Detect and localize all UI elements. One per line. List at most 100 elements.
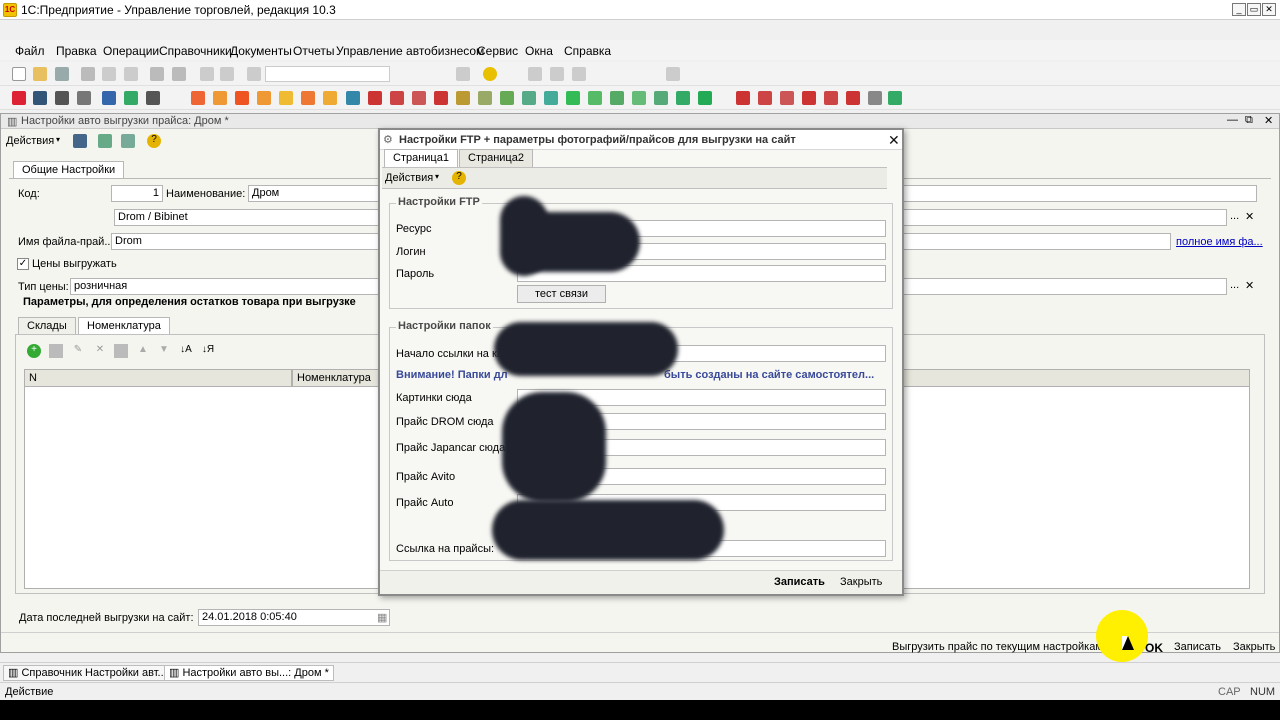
structure-icon[interactable] — [121, 134, 135, 148]
minimize-icon[interactable]: _ — [1232, 3, 1246, 16]
edit-icon[interactable]: ✎ — [71, 344, 85, 358]
info-icon[interactable] — [483, 67, 497, 81]
doc-28-icon[interactable] — [632, 91, 646, 105]
doc-27-icon[interactable] — [610, 91, 624, 105]
paste-icon[interactable] — [124, 67, 138, 81]
tab-nomenclature[interactable]: Номенклатура — [78, 317, 170, 335]
menu-file[interactable]: Файл — [15, 44, 45, 58]
doc-1-icon[interactable] — [12, 91, 26, 105]
price-type-select-button[interactable]: ... — [1230, 279, 1239, 291]
doc-38-icon[interactable] — [868, 91, 882, 105]
doc-33-icon[interactable] — [758, 91, 772, 105]
dialog-actions-menu[interactable]: Действия — [385, 172, 433, 184]
doc-26-icon[interactable] — [588, 91, 602, 105]
move-up-icon[interactable]: ▲ — [136, 344, 150, 358]
menu-help[interactable]: Справка — [564, 44, 611, 58]
tab-page2[interactable]: Страница2 — [459, 149, 533, 167]
doc-16-icon[interactable] — [368, 91, 382, 105]
cut-icon[interactable] — [81, 67, 95, 81]
undo-icon[interactable] — [200, 67, 214, 81]
actions-dropdown-icon[interactable]: ▾ — [56, 135, 60, 144]
menu-documents[interactable]: Документы — [230, 44, 292, 58]
post-icon[interactable] — [73, 134, 87, 148]
grid-col-n[interactable]: N — [24, 369, 292, 387]
price-type-clear-icon[interactable]: ✕ — [1245, 279, 1254, 292]
print-icon[interactable] — [150, 67, 164, 81]
doc-5-icon[interactable] — [102, 91, 116, 105]
source-select-button[interactable]: ... — [1230, 210, 1239, 222]
upload-now-button[interactable]: Выгрузить прайс по текущим настройкам — [892, 641, 1103, 653]
dialog-save-button[interactable]: Записать — [774, 576, 825, 588]
ok-button[interactable]: OK — [1145, 641, 1163, 655]
doc-31-icon[interactable] — [698, 91, 712, 105]
tab-general-settings[interactable]: Общие Настройки — [13, 161, 125, 179]
doc-10-icon[interactable] — [235, 91, 249, 105]
full-name-link[interactable]: полное имя фа... — [1176, 236, 1263, 248]
windows-icon[interactable] — [456, 67, 470, 81]
task-reference[interactable]: ▥ Справочник Настройки авт... — [3, 665, 172, 681]
menu-references[interactable]: Справочники — [159, 44, 232, 58]
actions-menu[interactable]: Действия — [6, 135, 54, 147]
doc-39-icon[interactable] — [888, 91, 902, 105]
menu-service[interactable]: Сервис — [477, 44, 518, 58]
doc-minimize-icon[interactable]: — — [1227, 114, 1238, 126]
new-doc-icon[interactable] — [12, 67, 26, 81]
calendar-small-icon[interactable]: ▦ — [377, 611, 387, 624]
doc-36-icon[interactable] — [824, 91, 838, 105]
dialog-close-button[interactable]: Закрыть — [840, 576, 882, 588]
doc-3-icon[interactable] — [55, 91, 69, 105]
test-connection-button[interactable]: тест связи — [517, 285, 606, 303]
doc-22-icon[interactable] — [500, 91, 514, 105]
doc-23-icon[interactable] — [522, 91, 536, 105]
doc-4-icon[interactable] — [77, 91, 91, 105]
doc-37-icon[interactable] — [846, 91, 860, 105]
search-input[interactable] — [265, 66, 390, 82]
prices-checkbox[interactable]: ✓ — [17, 258, 29, 270]
doc-34-icon[interactable] — [780, 91, 794, 105]
doc-30-icon[interactable] — [676, 91, 690, 105]
doc-restore-icon[interactable]: ⧉ — [1245, 114, 1253, 127]
open-folder-icon[interactable] — [33, 67, 47, 81]
save-button[interactable]: Записать — [1174, 641, 1221, 653]
dialog-actions-dropdown-icon[interactable]: ▾ — [435, 172, 439, 181]
dialog-close-icon[interactable]: ✕ — [888, 132, 900, 149]
copy-row-icon[interactable] — [49, 344, 63, 358]
doc-12-icon[interactable] — [279, 91, 293, 105]
help-icon[interactable]: ? — [147, 134, 161, 148]
search-icon[interactable] — [247, 67, 261, 81]
calculator-icon[interactable] — [528, 67, 542, 81]
doc-8-icon[interactable] — [191, 91, 205, 105]
tab-warehouses[interactable]: Склады — [18, 317, 76, 335]
tool-icon[interactable] — [572, 67, 586, 81]
doc-20-icon[interactable] — [456, 91, 470, 105]
doc-32-icon[interactable] — [736, 91, 750, 105]
move-down-icon[interactable]: ▼ — [157, 344, 171, 358]
doc-24-icon[interactable] — [544, 91, 558, 105]
redo-icon[interactable] — [220, 67, 234, 81]
source-clear-icon[interactable]: ✕ — [1245, 210, 1254, 223]
table-icon[interactable] — [114, 344, 128, 358]
doc-19-icon[interactable] — [434, 91, 448, 105]
task-settings[interactable]: ▥ Настройки авто вы...: Дром * — [164, 665, 334, 681]
doc-9-icon[interactable] — [213, 91, 227, 105]
last-upload-field[interactable]: 24.01.2018 0:05:40 — [198, 609, 390, 626]
menu-reports[interactable]: Отчеты — [293, 44, 334, 58]
add-icon[interactable]: + — [27, 344, 41, 358]
settings-icon[interactable] — [666, 67, 680, 81]
doc-6-icon[interactable] — [124, 91, 138, 105]
doc-11-icon[interactable] — [257, 91, 271, 105]
delete-icon[interactable]: ✕ — [93, 344, 107, 358]
menu-windows[interactable]: Окна — [525, 44, 553, 58]
doc-13-icon[interactable] — [301, 91, 315, 105]
close-icon[interactable]: ✕ — [1262, 3, 1276, 16]
close-button[interactable]: Закрыть — [1233, 641, 1275, 653]
doc-2-icon[interactable] — [33, 91, 47, 105]
doc-close-icon[interactable]: ✕ — [1264, 114, 1273, 127]
menu-autobusiness[interactable]: Управление автобизнесом — [336, 44, 484, 58]
doc-14-icon[interactable] — [323, 91, 337, 105]
doc-18-icon[interactable] — [412, 91, 426, 105]
refresh-icon[interactable] — [98, 134, 112, 148]
sort-desc-icon[interactable]: ↓Я — [201, 344, 215, 358]
doc-17-icon[interactable] — [390, 91, 404, 105]
restore-icon[interactable]: ▭ — [1247, 3, 1261, 16]
